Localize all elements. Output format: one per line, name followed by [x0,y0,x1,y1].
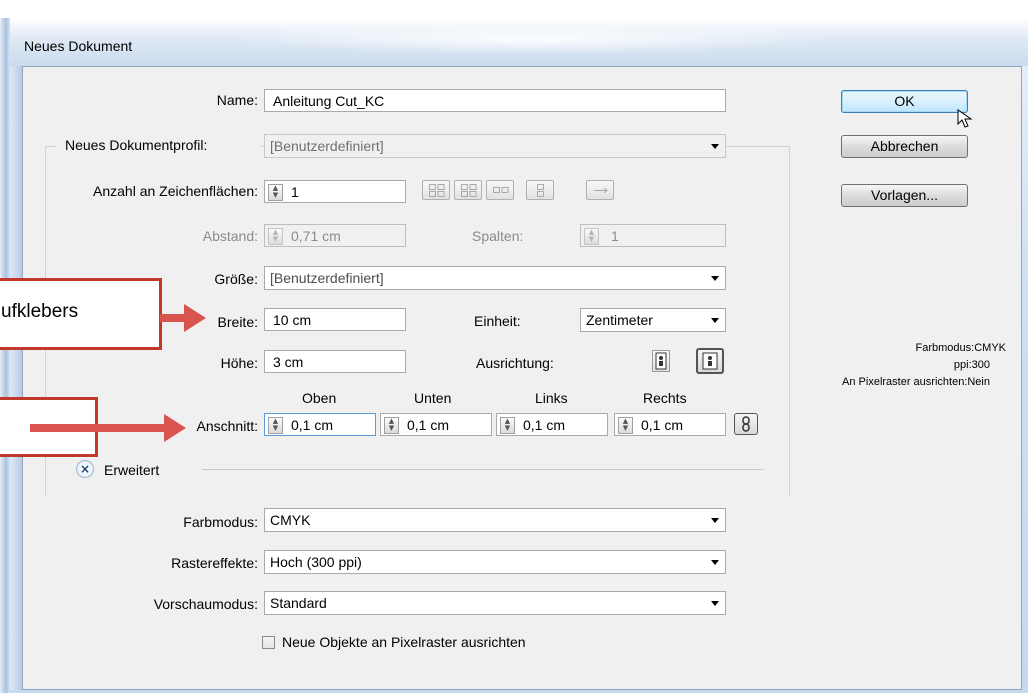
profile-label: Neues Dokumentprofil: [65,137,208,153]
arrange-by-row-icon[interactable] [486,180,514,200]
annotation-arrow-1-head [184,304,206,332]
unit-select-value: Zentimeter [586,312,653,328]
preview-mode-label: Vorschaumodus: [153,596,258,612]
bleed-right-value: 0,1 cm [641,417,684,433]
title-bar-glow [230,24,830,54]
link-chain-icon[interactable] [734,413,758,435]
grid-by-row-icon[interactable] [422,180,450,200]
artboards-label: Anzahl an Zeichenflächen: [93,183,258,199]
spacing-input[interactable]: ▲ ▼ 0,71 cm [264,224,406,247]
bleed-top-input[interactable]: ▲ ▼ 0,1 cm [264,413,376,436]
bleed-header-right: Rechts [643,390,687,406]
artboards-input-value: 1 [291,184,299,200]
artboards-input[interactable]: ▲ ▼ 1 [264,180,406,203]
spinner-icon[interactable]: ▲ ▼ [584,228,599,245]
pixel-grid-checkbox-label: Neue Objekte an Pixelraster ausrichten [282,634,526,650]
arrange-by-column-icon[interactable] [526,180,554,200]
window-left-border [0,18,10,693]
pixel-grid-checkbox[interactable] [262,636,275,649]
name-label: Name: [216,92,258,108]
annotation-arrow-2-shaft [30,424,166,432]
chevron-down-icon [711,601,719,606]
dialog-left-edge [10,66,22,690]
spinner-icon[interactable]: ▲ ▼ [268,417,283,434]
height-input-value: 3 cm [273,354,304,370]
chevron-down-icon [711,560,719,565]
info-ppi: ppi:300 [953,359,990,371]
bleed-header-top: Oben [302,390,337,406]
spinner-icon[interactable]: ▲ ▼ [618,417,633,434]
ok-button[interactable]: OK [841,90,968,113]
color-mode-select[interactable]: CMYK [264,508,726,532]
columns-input[interactable]: ▲ ▼ 1 [580,224,726,247]
bleed-bottom-value: 0,1 cm [407,417,450,433]
spinner-icon[interactable]: ▲ ▼ [500,417,515,434]
bleed-left-input[interactable]: ▲ ▼ 0,1 cm [496,413,608,436]
name-input-value: Anleitung Cut_KC [273,93,385,109]
orientation-label: Ausrichtung: [476,355,554,371]
width-input[interactable]: 10 cm [264,308,406,331]
advanced-label: Erweitert [104,462,160,478]
raster-effects-select[interactable]: Hoch (300 ppi) [264,550,726,574]
bleed-bottom-input[interactable]: ▲ ▼ 0,1 cm [380,413,492,436]
advanced-divider [202,469,764,470]
bleed-header-left: Links [535,390,568,406]
columns-input-value: 1 [611,228,619,244]
columns-label: Spalten: [472,228,524,244]
spinner-icon[interactable]: ▲ ▼ [384,417,399,434]
bleed-left-value: 0,1 cm [523,417,566,433]
info-pixel-grid: An Pixelraster ausrichten:Nein [842,376,990,388]
portrait-orientation-icon[interactable] [652,350,670,372]
spacing-input-value: 0,71 cm [291,228,341,244]
profile-select[interactable]: [Benutzerdefiniert] [264,134,726,158]
annotation-callout-1: ufklebers [0,278,162,350]
chevron-down-icon [711,144,719,149]
spinner-icon[interactable]: ▲ ▼ [268,184,283,201]
chevron-down-icon [711,276,719,281]
raster-effects-label: Rastereffekte: [171,555,258,571]
preview-mode-value: Standard [270,595,327,611]
landscape-orientation-icon[interactable] [696,348,724,374]
annotation-arrow-1-shaft [160,314,186,322]
size-label: Größe: [214,271,258,287]
unit-select[interactable]: Zentimeter [580,308,726,332]
unit-label: Einheit: [474,313,521,329]
width-input-value: 10 cm [273,312,312,328]
bleed-header-bottom: Unten [414,390,452,406]
name-input[interactable]: Anleitung Cut_KC [264,89,726,112]
color-mode-label: Farbmodus: [183,514,258,530]
spacing-label: Abstand: [202,228,258,244]
chevron-down-icon [711,318,719,323]
height-label: Höhe: [220,355,258,371]
bleed-right-input[interactable]: ▲ ▼ 0,1 cm [614,413,726,436]
spinner-icon[interactable]: ▲ ▼ [268,228,283,245]
size-select-value: [Benutzerdefiniert] [270,270,384,286]
mouse-cursor-icon [956,109,974,133]
profile-select-value: [Benutzerdefiniert] [270,138,384,154]
window-title: Neues Dokument [24,38,133,54]
height-input[interactable]: 3 cm [264,350,406,373]
size-select[interactable]: [Benutzerdefiniert] [264,266,726,290]
collapse-advanced-icon[interactable]: × [76,460,94,478]
chevron-down-icon [711,518,719,523]
bleed-top-value: 0,1 cm [291,417,334,433]
grid-by-column-icon[interactable] [454,180,482,200]
annotation-callout-1-text: ufklebers [1,301,79,322]
info-color-mode: Farbmodus:CMYK [915,342,1006,354]
templates-button[interactable]: Vorlagen... [841,184,968,207]
raster-effects-value: Hoch (300 ppi) [270,554,362,570]
color-mode-value: CMYK [270,512,311,528]
preview-mode-select[interactable]: Standard [264,591,726,615]
annotation-arrow-2-head [164,414,186,442]
layout-direction-icon[interactable] [586,180,614,200]
cancel-button[interactable]: Abbrechen [841,135,968,158]
